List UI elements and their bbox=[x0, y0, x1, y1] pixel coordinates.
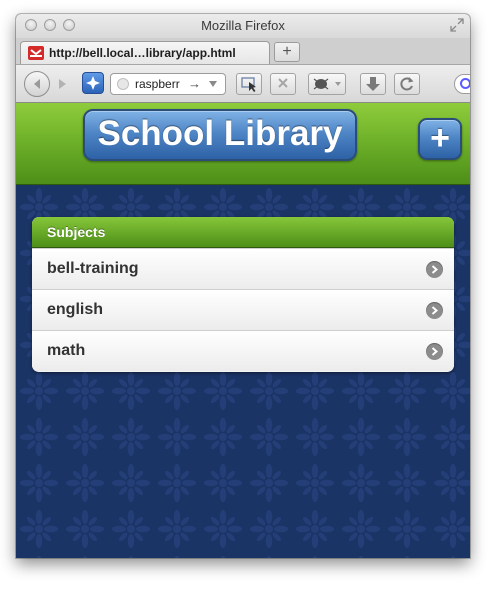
browser-window: Mozilla Firefox http://bell.local…librar… bbox=[16, 14, 470, 558]
new-tab-button[interactable]: + bbox=[274, 42, 300, 62]
compass-extension-icon[interactable] bbox=[82, 72, 104, 94]
page-content: School Library + Subjects bell-training … bbox=[16, 103, 470, 558]
navigation-toolbar: raspberr → bbox=[16, 65, 470, 103]
globe-icon bbox=[117, 78, 129, 90]
bug-icon bbox=[313, 78, 341, 90]
window-title: Mozilla Firefox bbox=[201, 18, 285, 33]
subject-label: english bbox=[47, 301, 104, 318]
tab-strip: http://bell.local…library/app.html + bbox=[16, 38, 470, 65]
add-button[interactable]: + bbox=[418, 118, 462, 160]
subject-item-math[interactable]: math bbox=[32, 330, 454, 371]
back-button[interactable] bbox=[24, 71, 50, 97]
subject-label: math bbox=[47, 342, 86, 359]
url-bar[interactable]: raspberr → bbox=[110, 73, 226, 95]
subjects-header: Subjects bbox=[32, 217, 454, 248]
x-icon bbox=[278, 78, 288, 88]
browser-tab[interactable]: http://bell.local…library/app.html bbox=[20, 41, 270, 64]
select-element-button[interactable] bbox=[236, 73, 262, 95]
chevron-right-icon bbox=[426, 302, 443, 319]
subject-item-english[interactable]: english bbox=[32, 289, 454, 330]
back-arrow-icon bbox=[34, 79, 40, 89]
favicon-icon bbox=[28, 46, 44, 60]
school-library-title-button[interactable]: School Library bbox=[83, 109, 357, 161]
cursor-select-icon bbox=[241, 77, 256, 92]
go-arrow-icon[interactable]: → bbox=[188, 76, 201, 91]
chevron-right-icon bbox=[426, 343, 443, 360]
reload-button[interactable] bbox=[394, 73, 420, 95]
url-dropdown-icon[interactable] bbox=[207, 78, 219, 90]
app-title: School Library bbox=[97, 114, 343, 153]
chevron-right-icon bbox=[426, 261, 443, 278]
title-bar: Mozilla Firefox bbox=[16, 14, 470, 38]
downloads-button[interactable] bbox=[360, 73, 386, 95]
app-header: School Library + bbox=[16, 103, 470, 185]
url-text[interactable]: raspberr bbox=[135, 77, 183, 91]
subjects-panel: Subjects bell-training english math bbox=[32, 217, 454, 372]
download-arrow-icon bbox=[366, 77, 380, 91]
search-bar[interactable] bbox=[454, 74, 470, 94]
reload-icon bbox=[400, 77, 414, 91]
forward-button[interactable] bbox=[52, 74, 74, 94]
search-engine-icon bbox=[460, 78, 470, 89]
firebug-button[interactable] bbox=[308, 73, 346, 95]
stop-button[interactable] bbox=[270, 73, 296, 95]
subjects-header-label: Subjects bbox=[47, 224, 106, 240]
subject-label: bell-training bbox=[47, 260, 139, 277]
subject-item-bell-training[interactable]: bell-training bbox=[32, 248, 454, 289]
fullscreen-icon[interactable] bbox=[450, 18, 464, 32]
tab-title: http://bell.local…library/app.html bbox=[49, 46, 236, 60]
